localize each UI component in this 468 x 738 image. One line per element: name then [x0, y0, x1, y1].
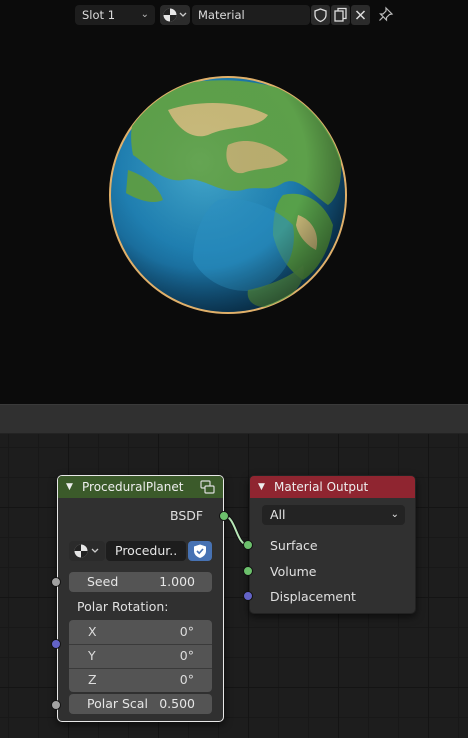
fake-user-button[interactable] — [311, 5, 330, 25]
fake-user-toggle[interactable] — [188, 541, 212, 561]
material-sphere-icon — [163, 8, 187, 22]
displacement-label: Displacement — [270, 589, 356, 604]
nodegroup-name: Procedur.. — [115, 543, 178, 558]
seed-input-socket[interactable] — [51, 577, 61, 587]
polar-rotation-socket[interactable] — [51, 639, 61, 649]
node-title: Material Output — [274, 480, 369, 494]
node-group-icon[interactable] — [199, 479, 215, 495]
polar-rotation-y-field[interactable]: Y 0° — [69, 644, 212, 668]
seed-value: 1.000 — [159, 574, 195, 589]
polar-rotation-x-field[interactable]: X 0° — [69, 620, 212, 644]
node-header[interactable]: ▼ Material Output — [250, 476, 415, 498]
output-target-dropdown[interactable]: All ⌄ — [262, 505, 405, 525]
seed-field[interactable]: Seed 1.000 — [69, 572, 212, 592]
y-value: 0° — [179, 648, 194, 663]
node-tree-icon — [74, 544, 99, 558]
pin-button[interactable] — [376, 5, 395, 25]
y-label: Y — [88, 648, 96, 663]
chevron-down-icon: ⌄ — [390, 509, 399, 520]
polar-rotation-vector: X 0° Y 0° Z 0° — [69, 620, 212, 692]
node-title: ProceduralPlanet — [82, 480, 184, 494]
planet-render — [109, 76, 347, 314]
close-icon — [355, 10, 366, 20]
volume-label: Volume — [270, 564, 317, 579]
nodegroup-name-field[interactable]: Procedur.. — [106, 541, 186, 561]
seed-label: Seed — [87, 574, 119, 589]
shield-check-icon — [194, 544, 206, 558]
unlink-material-button[interactable] — [351, 5, 370, 25]
material-name-text: Material — [198, 8, 245, 22]
z-label: Z — [88, 672, 97, 687]
polar-scale-value: 0.500 — [159, 696, 195, 711]
polar-rotation-label: Polar Rotation: — [77, 599, 169, 614]
output-target-value: All — [270, 507, 286, 522]
z-value: 0° — [179, 672, 194, 687]
slot-dropdown[interactable]: Slot 1 ⌄ — [75, 5, 155, 25]
pin-icon — [379, 6, 394, 22]
polar-scale-label: Polar Scal — [87, 696, 148, 711]
3d-viewport[interactable] — [0, 0, 468, 404]
surface-input-socket[interactable] — [243, 540, 253, 550]
polar-scale-field[interactable]: Polar Scal 0.500 — [69, 694, 212, 714]
slot-label: Slot 1 — [82, 8, 116, 22]
polar-scale-input-socket[interactable] — [51, 700, 61, 710]
chevron-down-icon: ⌄ — [140, 9, 149, 20]
x-label: X — [88, 624, 97, 639]
bsdf-output-socket[interactable] — [219, 511, 229, 521]
nodegroup-browse-button[interactable] — [69, 541, 105, 561]
collapse-arrow-icon[interactable]: ▼ — [66, 476, 73, 498]
surface-label: Surface — [270, 538, 318, 553]
bsdf-output-label: BSDF — [170, 508, 204, 523]
collapse-arrow-icon[interactable]: ▼ — [258, 476, 265, 498]
polar-rotation-z-field[interactable]: Z 0° — [69, 668, 212, 692]
x-value: 0° — [179, 624, 194, 639]
shield-icon — [314, 8, 327, 23]
duplicate-icon — [334, 7, 347, 22]
node-editor-header — [0, 404, 468, 434]
displacement-input-socket[interactable] — [243, 591, 253, 601]
volume-input-socket[interactable] — [243, 566, 253, 576]
node-header[interactable]: ▼ ProceduralPlanet — [58, 476, 223, 498]
browse-material-button[interactable] — [160, 5, 190, 25]
material-name-field[interactable]: Material — [192, 5, 310, 25]
new-material-button[interactable] — [331, 5, 350, 25]
